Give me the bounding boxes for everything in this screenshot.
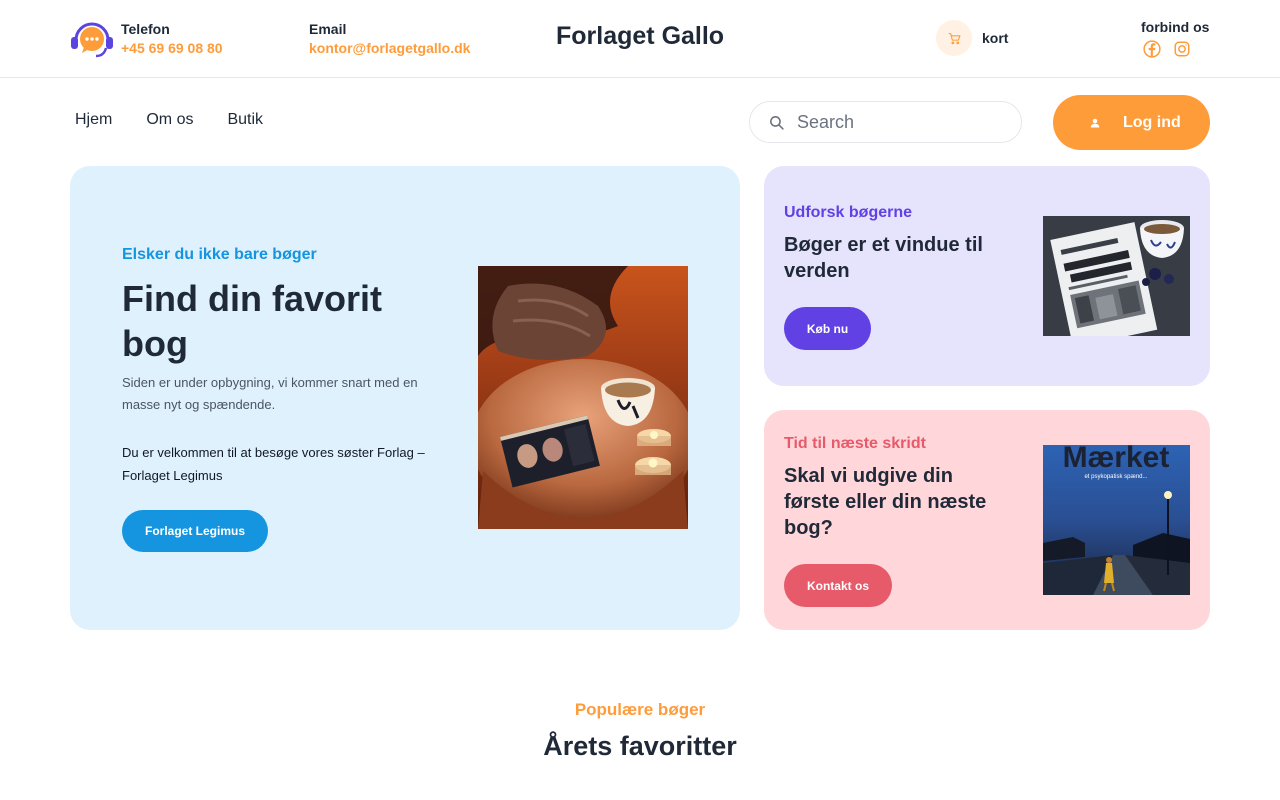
user-icon — [1090, 118, 1100, 127]
search-icon — [770, 115, 784, 130]
login-button[interactable]: Log ind — [1053, 95, 1210, 150]
phone-contact: Telefon +45 69 69 08 80 — [70, 20, 223, 58]
instagram-icon[interactable] — [1173, 40, 1191, 58]
nav-item-butik[interactable]: Butik — [227, 111, 263, 129]
search-input[interactable] — [797, 111, 997, 133]
facebook-icon[interactable] — [1143, 40, 1161, 58]
card-title: Skal vi udgive din første eller din næst… — [784, 465, 987, 539]
popular-books-eyebrow: Populære bøger — [574, 700, 706, 719]
search-box[interactable] — [749, 101, 1022, 143]
favorites-title: Årets favoritter — [543, 731, 737, 761]
buy-now-button[interactable]: Køb nu — [784, 307, 871, 350]
hero-photo-book-and-candles — [478, 266, 688, 529]
support-chat-icon — [70, 20, 114, 58]
cover-title: Mærket — [1063, 445, 1170, 474]
book-cover-maerket: Mærket et psykopatisk spænd... — [1043, 445, 1190, 595]
cart-label[interactable]: kort — [982, 30, 1008, 46]
cart-icon — [948, 32, 960, 44]
hero-card: Elsker du ikke bare bøger Find din favor… — [70, 166, 740, 630]
cart-button[interactable] — [936, 20, 972, 56]
card-title: Bøger er et vindue til verden — [784, 234, 983, 282]
card-eyebrow: Udforsk bøgerne — [784, 204, 913, 221]
phone-label: Telefon — [121, 21, 170, 37]
card-eyebrow: Tid til næste skridt — [784, 435, 926, 452]
social-label: forbind os — [1141, 19, 1210, 35]
main-nav: Hjem Om os Butik — [75, 111, 297, 129]
hero-title: Find din favorit bog — [122, 278, 382, 364]
cover-subtitle: et psykopatisk spænd... — [1084, 474, 1147, 480]
site-title[interactable]: Forlaget Gallo — [556, 22, 724, 51]
email-contact: Email kontor@forlagetgallo.dk — [309, 20, 470, 58]
cart[interactable]: kort — [936, 20, 1008, 56]
nav-item-hjem[interactable]: Hjem — [75, 111, 112, 129]
social-links: forbind os — [1141, 19, 1209, 58]
book-and-mug-photo — [1043, 216, 1190, 336]
top-bar: Telefon +45 69 69 08 80 Email kontor@for… — [0, 0, 1280, 78]
explore-books-card: Udforsk bøgerne Bøger er et vindue til v… — [764, 166, 1210, 386]
hero-description: Siden er under opbygning, vi kommer snar… — [122, 375, 418, 412]
login-label: Log ind — [1123, 113, 1181, 131]
email-label: Email — [309, 21, 347, 37]
legimus-button[interactable]: Forlaget Legimus — [122, 510, 268, 552]
phone-text: Telefon +45 69 69 08 80 — [121, 20, 223, 58]
phone-link[interactable]: +45 69 69 08 80 — [121, 39, 223, 58]
email-link[interactable]: kontor@forlagetgallo.dk — [309, 39, 470, 58]
hero-invite-text: Du er velkommen til at besøge vores søst… — [122, 445, 425, 483]
nav-item-om-os[interactable]: Om os — [146, 111, 193, 129]
contact-button[interactable]: Kontakt os — [784, 564, 892, 607]
hero-eyebrow: Elsker du ikke bare bøger — [122, 246, 317, 263]
publish-card: Tid til næste skridt Skal vi udgive din … — [764, 410, 1210, 630]
